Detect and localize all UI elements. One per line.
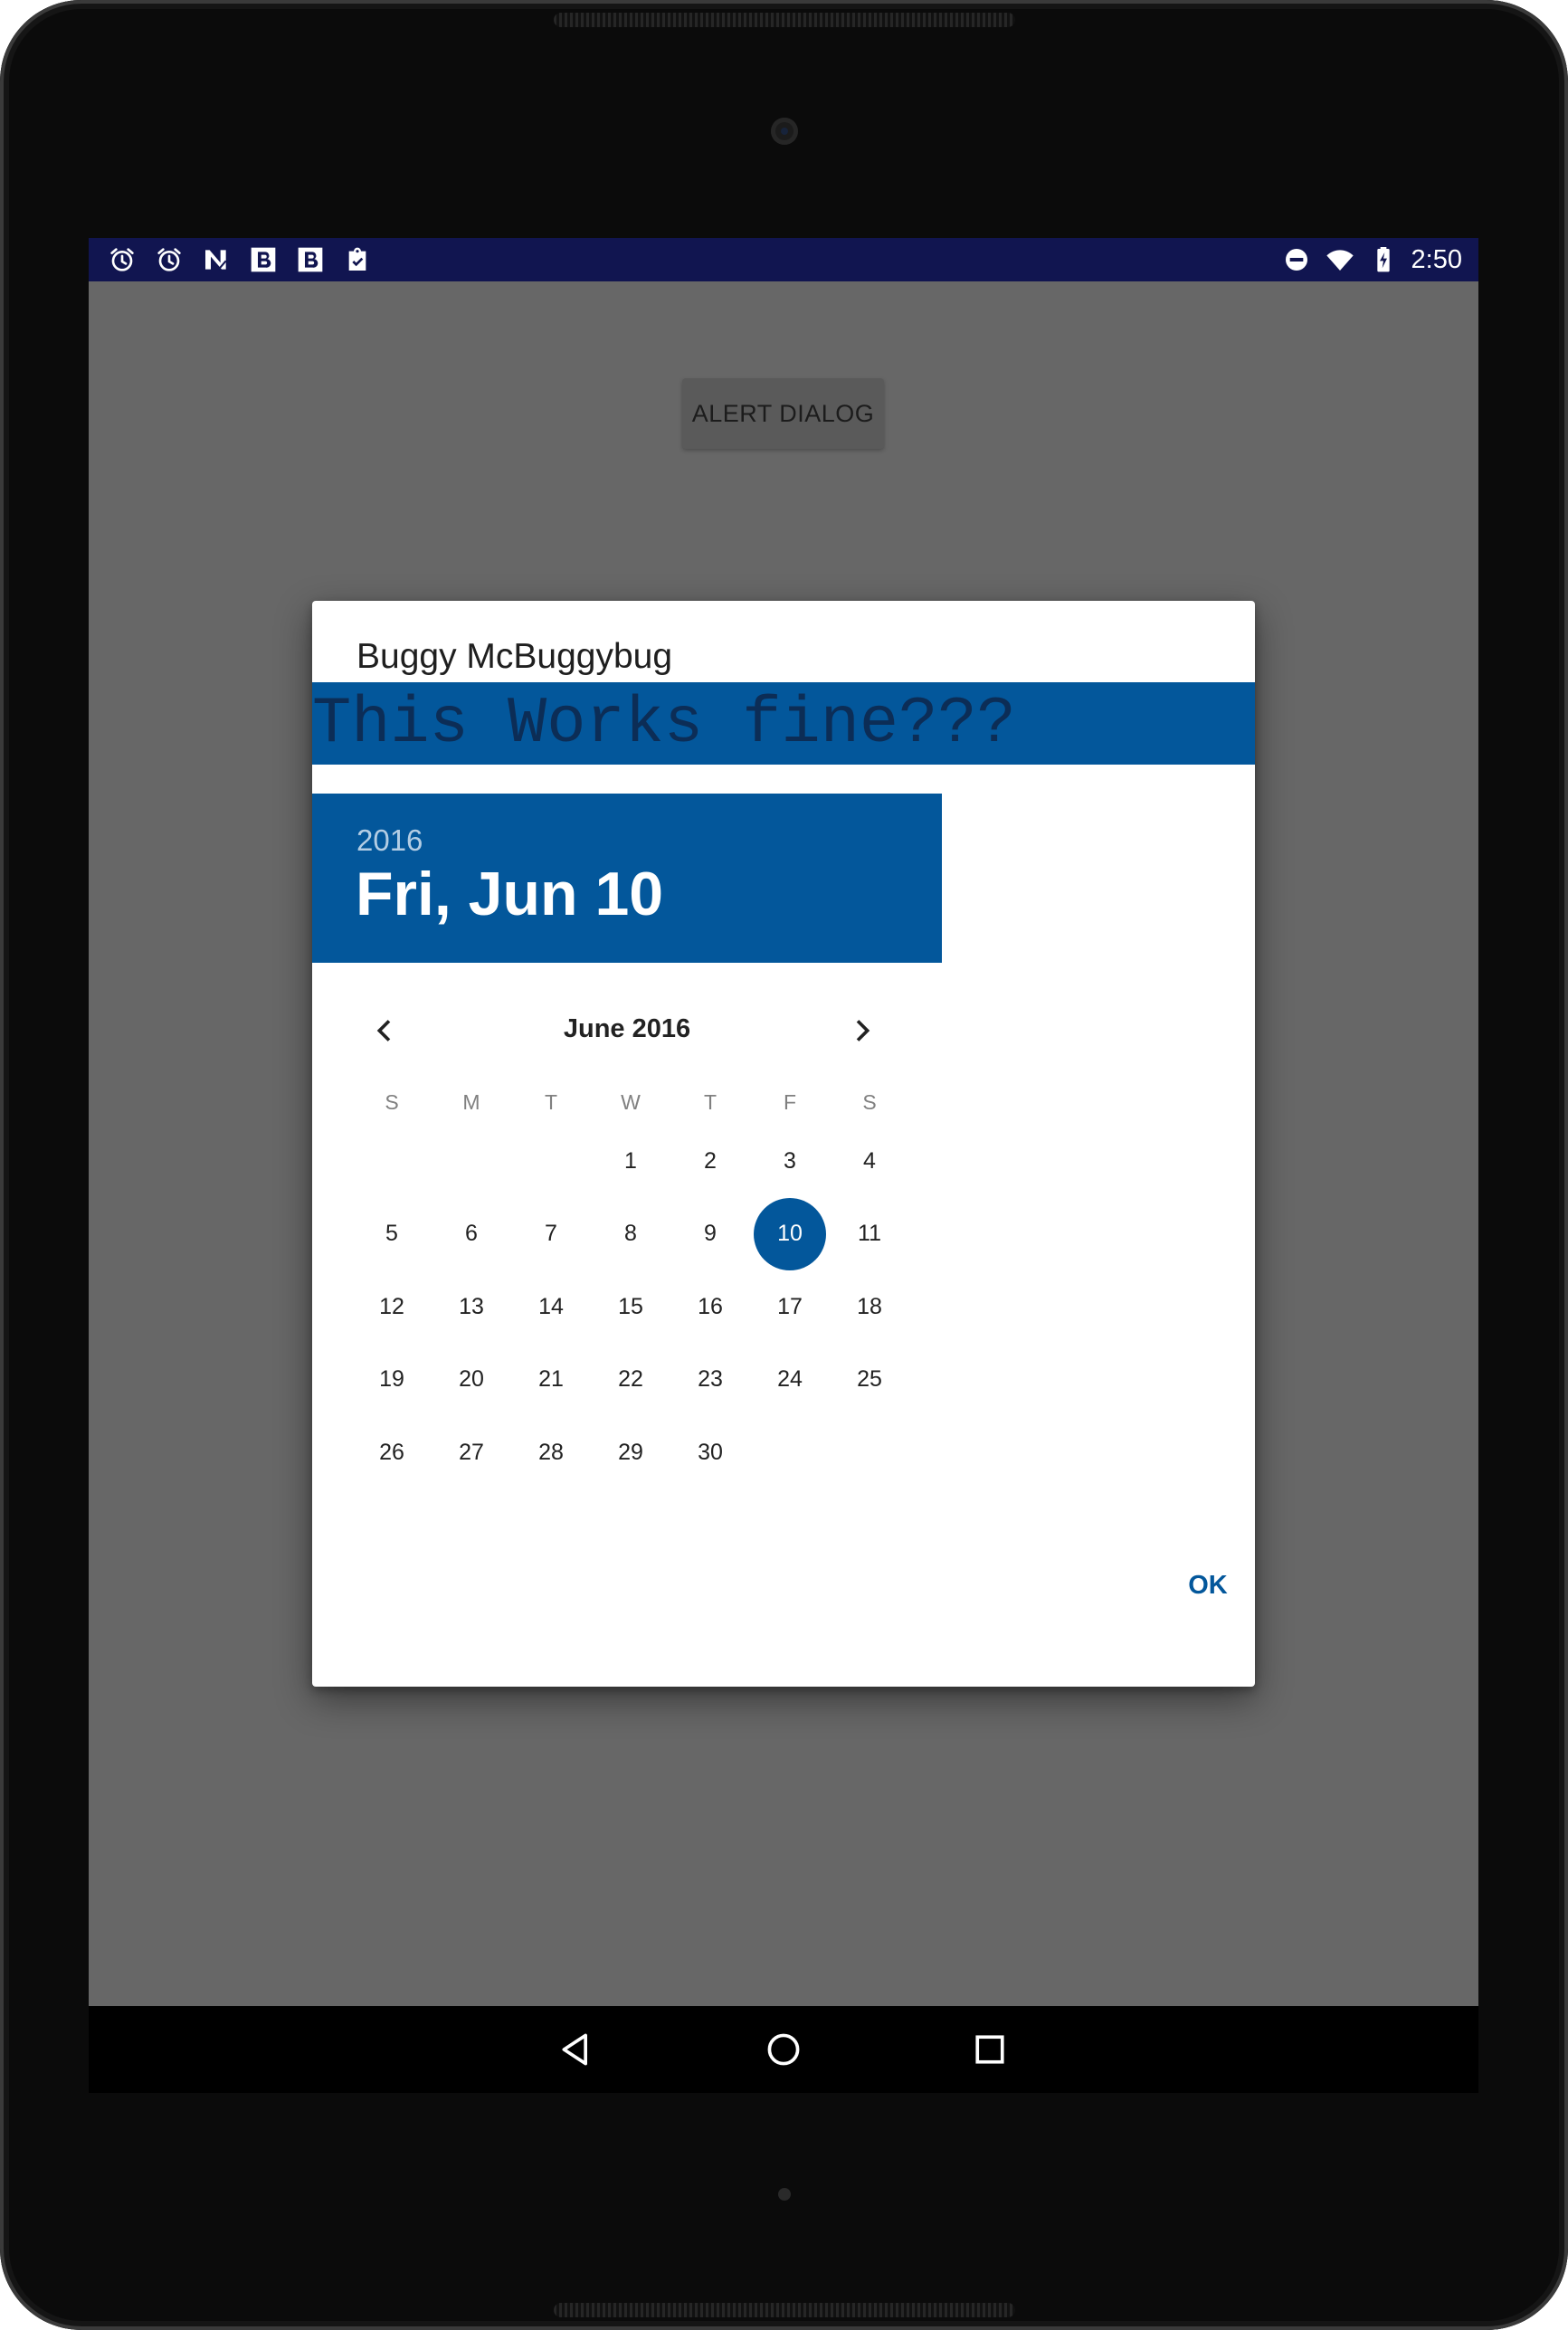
- nfc-n-icon: [201, 244, 232, 275]
- tablet-frame: 2:50 ALERT DIALOG Buggy McBuggybug This …: [0, 0, 1568, 2330]
- b-app-icon: [248, 244, 279, 275]
- calendar-day[interactable]: 26: [356, 1416, 428, 1488]
- screen: 2:50 ALERT DIALOG Buggy McBuggybug This …: [89, 238, 1478, 2093]
- alert-dialog-button[interactable]: ALERT DIALOG: [682, 378, 884, 449]
- home-icon: [767, 2033, 800, 2066]
- home-button[interactable]: [756, 2022, 811, 2077]
- weekday-header: SMTWTFS: [352, 1090, 909, 1127]
- alarm-icon: [154, 244, 185, 275]
- calendar-day[interactable]: 30: [674, 1416, 746, 1488]
- back-button[interactable]: [550, 2022, 604, 2077]
- weekday-label: T: [703, 1090, 717, 1114]
- recents-button[interactable]: [963, 2022, 1017, 2077]
- notification-icons: [107, 238, 373, 281]
- calendar-day[interactable]: 23: [674, 1344, 746, 1416]
- calendar-grid: 1 2 3 4 5 6 7 8 9 10 11 12 13 14 15 16 17 18 19 20 21 22 23 24 2…: [352, 1141, 909, 1521]
- dialog-title: Buggy McBuggybug: [356, 637, 673, 676]
- calendar-day[interactable]: 18: [833, 1270, 906, 1343]
- calendar-day[interactable]: 4: [833, 1125, 906, 1197]
- date-header: 2016 Fri, Jun 10: [312, 794, 942, 963]
- calendar-day[interactable]: 15: [594, 1270, 667, 1343]
- system-status: 2:50: [1281, 238, 1462, 281]
- calendar-day[interactable]: 29: [594, 1416, 667, 1488]
- weekday-label: T: [544, 1090, 558, 1114]
- ok-button[interactable]: OK: [1176, 1558, 1240, 1612]
- banner-text: This Works fine???: [312, 687, 1016, 761]
- calendar-day[interactable]: 20: [435, 1344, 508, 1416]
- calendar-day[interactable]: 22: [594, 1344, 667, 1416]
- recents-icon: [975, 2035, 1004, 2064]
- calendar-day[interactable]: 5: [356, 1198, 428, 1270]
- calendar-day[interactable]: 9: [674, 1198, 746, 1270]
- calendar-day[interactable]: 11: [833, 1198, 906, 1270]
- do-not-disturb-icon: [1281, 244, 1312, 275]
- calendar-day[interactable]: 1: [594, 1125, 667, 1197]
- calendar-day[interactable]: 25: [833, 1344, 906, 1416]
- calendar-day[interactable]: 28: [515, 1416, 587, 1488]
- calendar-day[interactable]: 6: [435, 1198, 508, 1270]
- front-camera: [771, 118, 798, 145]
- calendar-day[interactable]: 2: [674, 1125, 746, 1197]
- top-speaker-grille: [554, 13, 1015, 27]
- calendar-day[interactable]: 12: [356, 1270, 428, 1343]
- wifi-icon: [1325, 244, 1355, 275]
- next-month-button[interactable]: [835, 1003, 889, 1058]
- calendar-day[interactable]: 8: [594, 1198, 667, 1270]
- weekday-label: F: [783, 1090, 797, 1114]
- header-selected-date[interactable]: Fri, Jun 10: [356, 859, 663, 929]
- date-picker-dialog: Buggy McBuggybug This Works fine??? 2016…: [312, 601, 1255, 1687]
- calendar-day[interactable]: 16: [674, 1270, 746, 1343]
- header-year[interactable]: 2016: [356, 823, 423, 858]
- b-app-icon: [295, 244, 326, 275]
- calendar-day[interactable]: 21: [515, 1344, 587, 1416]
- bottom-sensor: [778, 2188, 791, 2201]
- month-navigation: June 2016: [312, 1003, 942, 1058]
- calendar-day[interactable]: 24: [754, 1344, 826, 1416]
- calendar-day[interactable]: 19: [356, 1344, 428, 1416]
- weekday-label: M: [462, 1090, 480, 1114]
- clipboard-check-icon: [342, 244, 373, 275]
- calendar-day[interactable]: 13: [435, 1270, 508, 1343]
- navigation-bar: [89, 2006, 1478, 2093]
- weekday-label: S: [862, 1090, 877, 1114]
- chevron-right-icon: [856, 1020, 870, 1041]
- status-bar: 2:50: [89, 238, 1478, 281]
- calendar-day[interactable]: 3: [754, 1125, 826, 1197]
- calendar-day[interactable]: 7: [515, 1198, 587, 1270]
- calendar-day[interactable]: 17: [754, 1270, 826, 1343]
- clock-time: 2:50: [1411, 244, 1462, 274]
- bottom-speaker-grille: [554, 2303, 1015, 2317]
- alarm-icon: [107, 244, 138, 275]
- custom-title-banner: This Works fine???: [312, 682, 1255, 765]
- calendar-day[interactable]: 14: [515, 1270, 587, 1343]
- weekday-label: S: [385, 1090, 399, 1114]
- selected-day[interactable]: 10: [754, 1197, 826, 1270]
- calendar-day[interactable]: 27: [435, 1416, 508, 1488]
- battery-charging-icon: [1368, 244, 1399, 275]
- weekday-label: W: [621, 1090, 641, 1114]
- back-icon: [562, 2033, 587, 2066]
